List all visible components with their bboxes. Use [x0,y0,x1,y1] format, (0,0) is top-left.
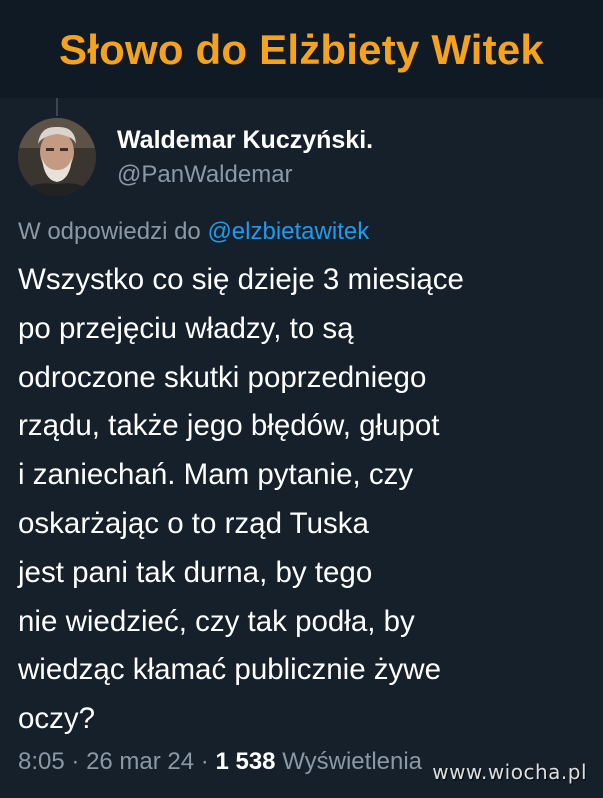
tweet-text-line: oczy? [18,702,96,736]
tweet-text-line: rządu, także jego błędów, głupot [18,409,440,443]
tweet-text: Wszystko co się dzieje 3 miesiące po prz… [18,256,593,744]
tweet-meta: 8:05 · 26 mar 24 · 1 538 Wyświetlenia [18,748,422,776]
meta-separator: · [71,748,80,775]
thread-connector-line [56,98,58,116]
tweet-text-line: Wszystko co się dzieje 3 miesiące [18,263,464,296]
tweet-text-line: i zaniechań. Mam pytanie, czy [18,458,414,492]
reply-mention-link[interactable]: @elzbietawitek [207,218,369,245]
tweet-text-line: po przejęciu władzy, to są [18,311,354,345]
reply-prefix: W odpowiedzi do [18,218,201,245]
tweet-time[interactable]: 8:05 [18,748,65,775]
tweet-date[interactable]: 26 mar 24 [86,748,194,775]
tweet-text-line: oskarżając o to rząd Tuska [18,506,369,540]
reply-context: W odpowiedzi do @elzbietawitek [18,218,369,246]
tweet-text-line: odroczone skutki poprzedniego [18,360,427,394]
tweet-text-line: jest pani tak durna, by tego [18,555,373,589]
banner: Słowo do Elżbiety Witek [0,0,603,98]
banner-title: Słowo do Elżbiety Witek [59,26,544,73]
tweet-card[interactable]: Waldemar Kuczyński. @PanWaldemar W odpow… [0,98,603,798]
meta-separator: · [200,748,209,775]
avatar[interactable] [18,118,96,196]
author-display-name[interactable]: Waldemar Kuczyński. [117,126,373,155]
author-handle[interactable]: @PanWaldemar [117,161,293,189]
tweet-text-line: wiedząc kłamać publicznie żywe [18,653,442,687]
avatar-photo-icon [18,118,96,196]
views-label: Wyświetlenia [282,748,423,775]
tweet-text-line: nie wiedzieć, czy tak podła, by [18,604,415,638]
watermark: www.wiocha.pl [432,760,587,784]
views-count: 1 538 [215,748,276,775]
